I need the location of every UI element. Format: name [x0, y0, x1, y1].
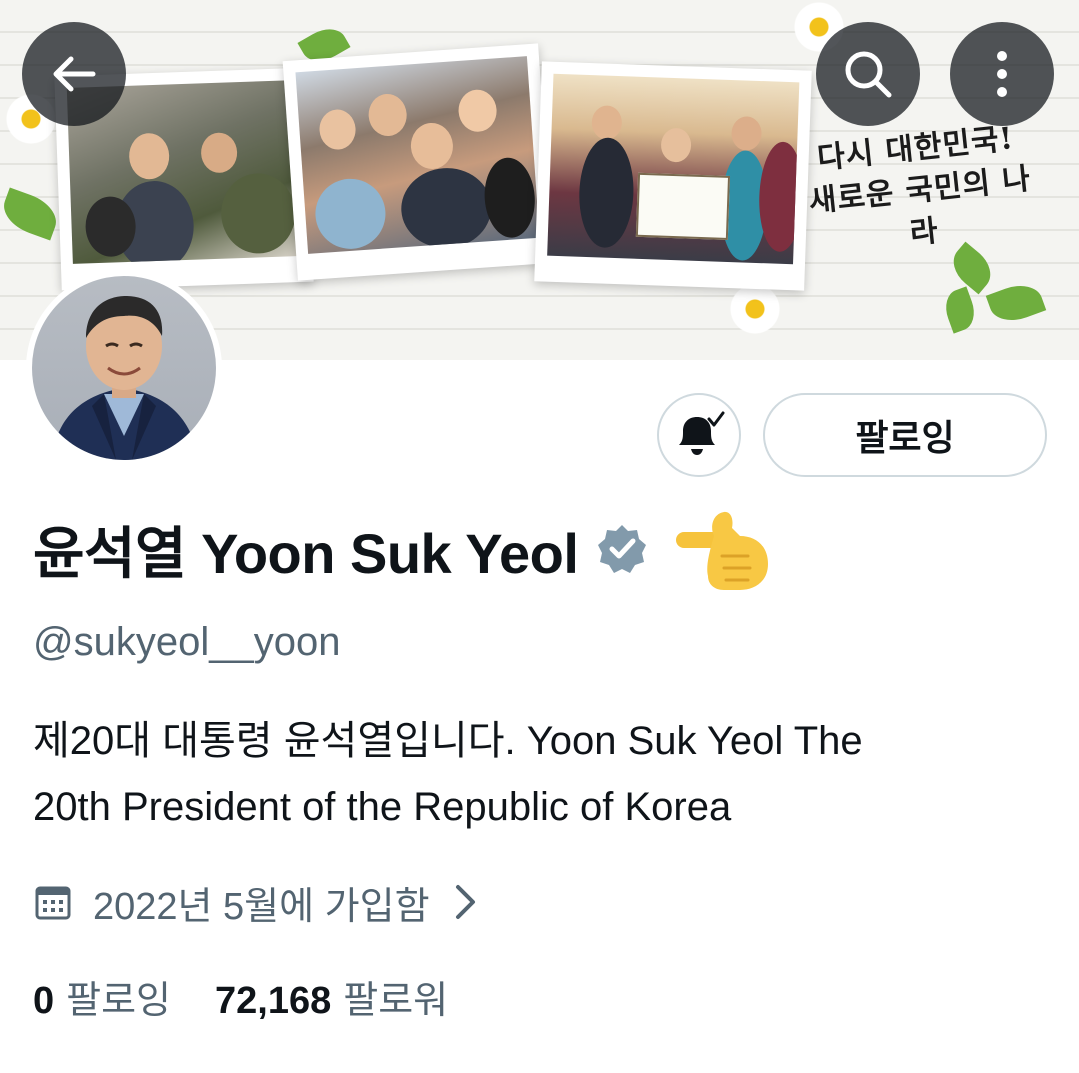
following-button[interactable]: 팔로잉: [763, 393, 1047, 477]
following-count: 0: [33, 979, 55, 1022]
banner-photo-elders: [534, 61, 812, 291]
follow-stats: 0 팔로잉 72,168 팔로워: [33, 966, 448, 1026]
arrow-left-icon: [53, 56, 96, 92]
joined-date-row[interactable]: 2022년 5월에 가입함: [33, 872, 478, 932]
leaf-decoration: [985, 278, 1047, 328]
following-button-label: 팔로잉: [855, 418, 955, 459]
display-name-row: 윤석열 Yoon Suk Yeol: [33, 506, 780, 592]
more-vertical-icon: [997, 51, 1007, 97]
joined-date: 2022년 5월에 가입함: [93, 885, 430, 928]
search-icon: [845, 51, 892, 98]
banner-photo-children: [282, 43, 554, 281]
bio-line: 20th President of the Republic of Korea: [33, 785, 732, 829]
daisy-decoration: [728, 282, 782, 336]
more-options-button[interactable]: [950, 22, 1054, 126]
leaf-decoration: [0, 187, 63, 241]
bio-line: 제20대 대통령 윤석열입니다. Yoon Suk Yeol The: [33, 719, 863, 763]
user-handle: @sukyeol__yoon: [33, 620, 341, 664]
profile-bio: 제20대 대통령 윤석열입니다. Yoon Suk Yeol The 20th …: [33, 708, 1043, 840]
bell-check-icon: [679, 411, 725, 455]
banner-slogan: 다시 대한민국! 새로운 국민의 나라: [799, 116, 1041, 265]
display-name: 윤석열 Yoon Suk Yeol: [33, 521, 579, 585]
leaf-decoration: [940, 286, 980, 334]
followers-stat[interactable]: 72,168 팔로워: [215, 969, 448, 1024]
pointing-hand-emoji: [670, 506, 780, 592]
following-stat[interactable]: 0 팔로잉: [33, 969, 171, 1024]
calendar-icon: [35, 886, 71, 920]
followers-count: 72,168: [215, 979, 332, 1022]
avatar[interactable]: [26, 270, 222, 466]
verified-badge-icon[interactable]: [596, 523, 648, 575]
chevron-right-icon: [454, 883, 478, 921]
following-label: 팔로잉: [66, 979, 172, 1022]
followers-label: 팔로워: [343, 979, 449, 1022]
profile-photo: [32, 276, 216, 460]
notifications-button[interactable]: [657, 393, 741, 477]
search-button[interactable]: [816, 22, 920, 126]
back-button[interactable]: [22, 22, 126, 126]
